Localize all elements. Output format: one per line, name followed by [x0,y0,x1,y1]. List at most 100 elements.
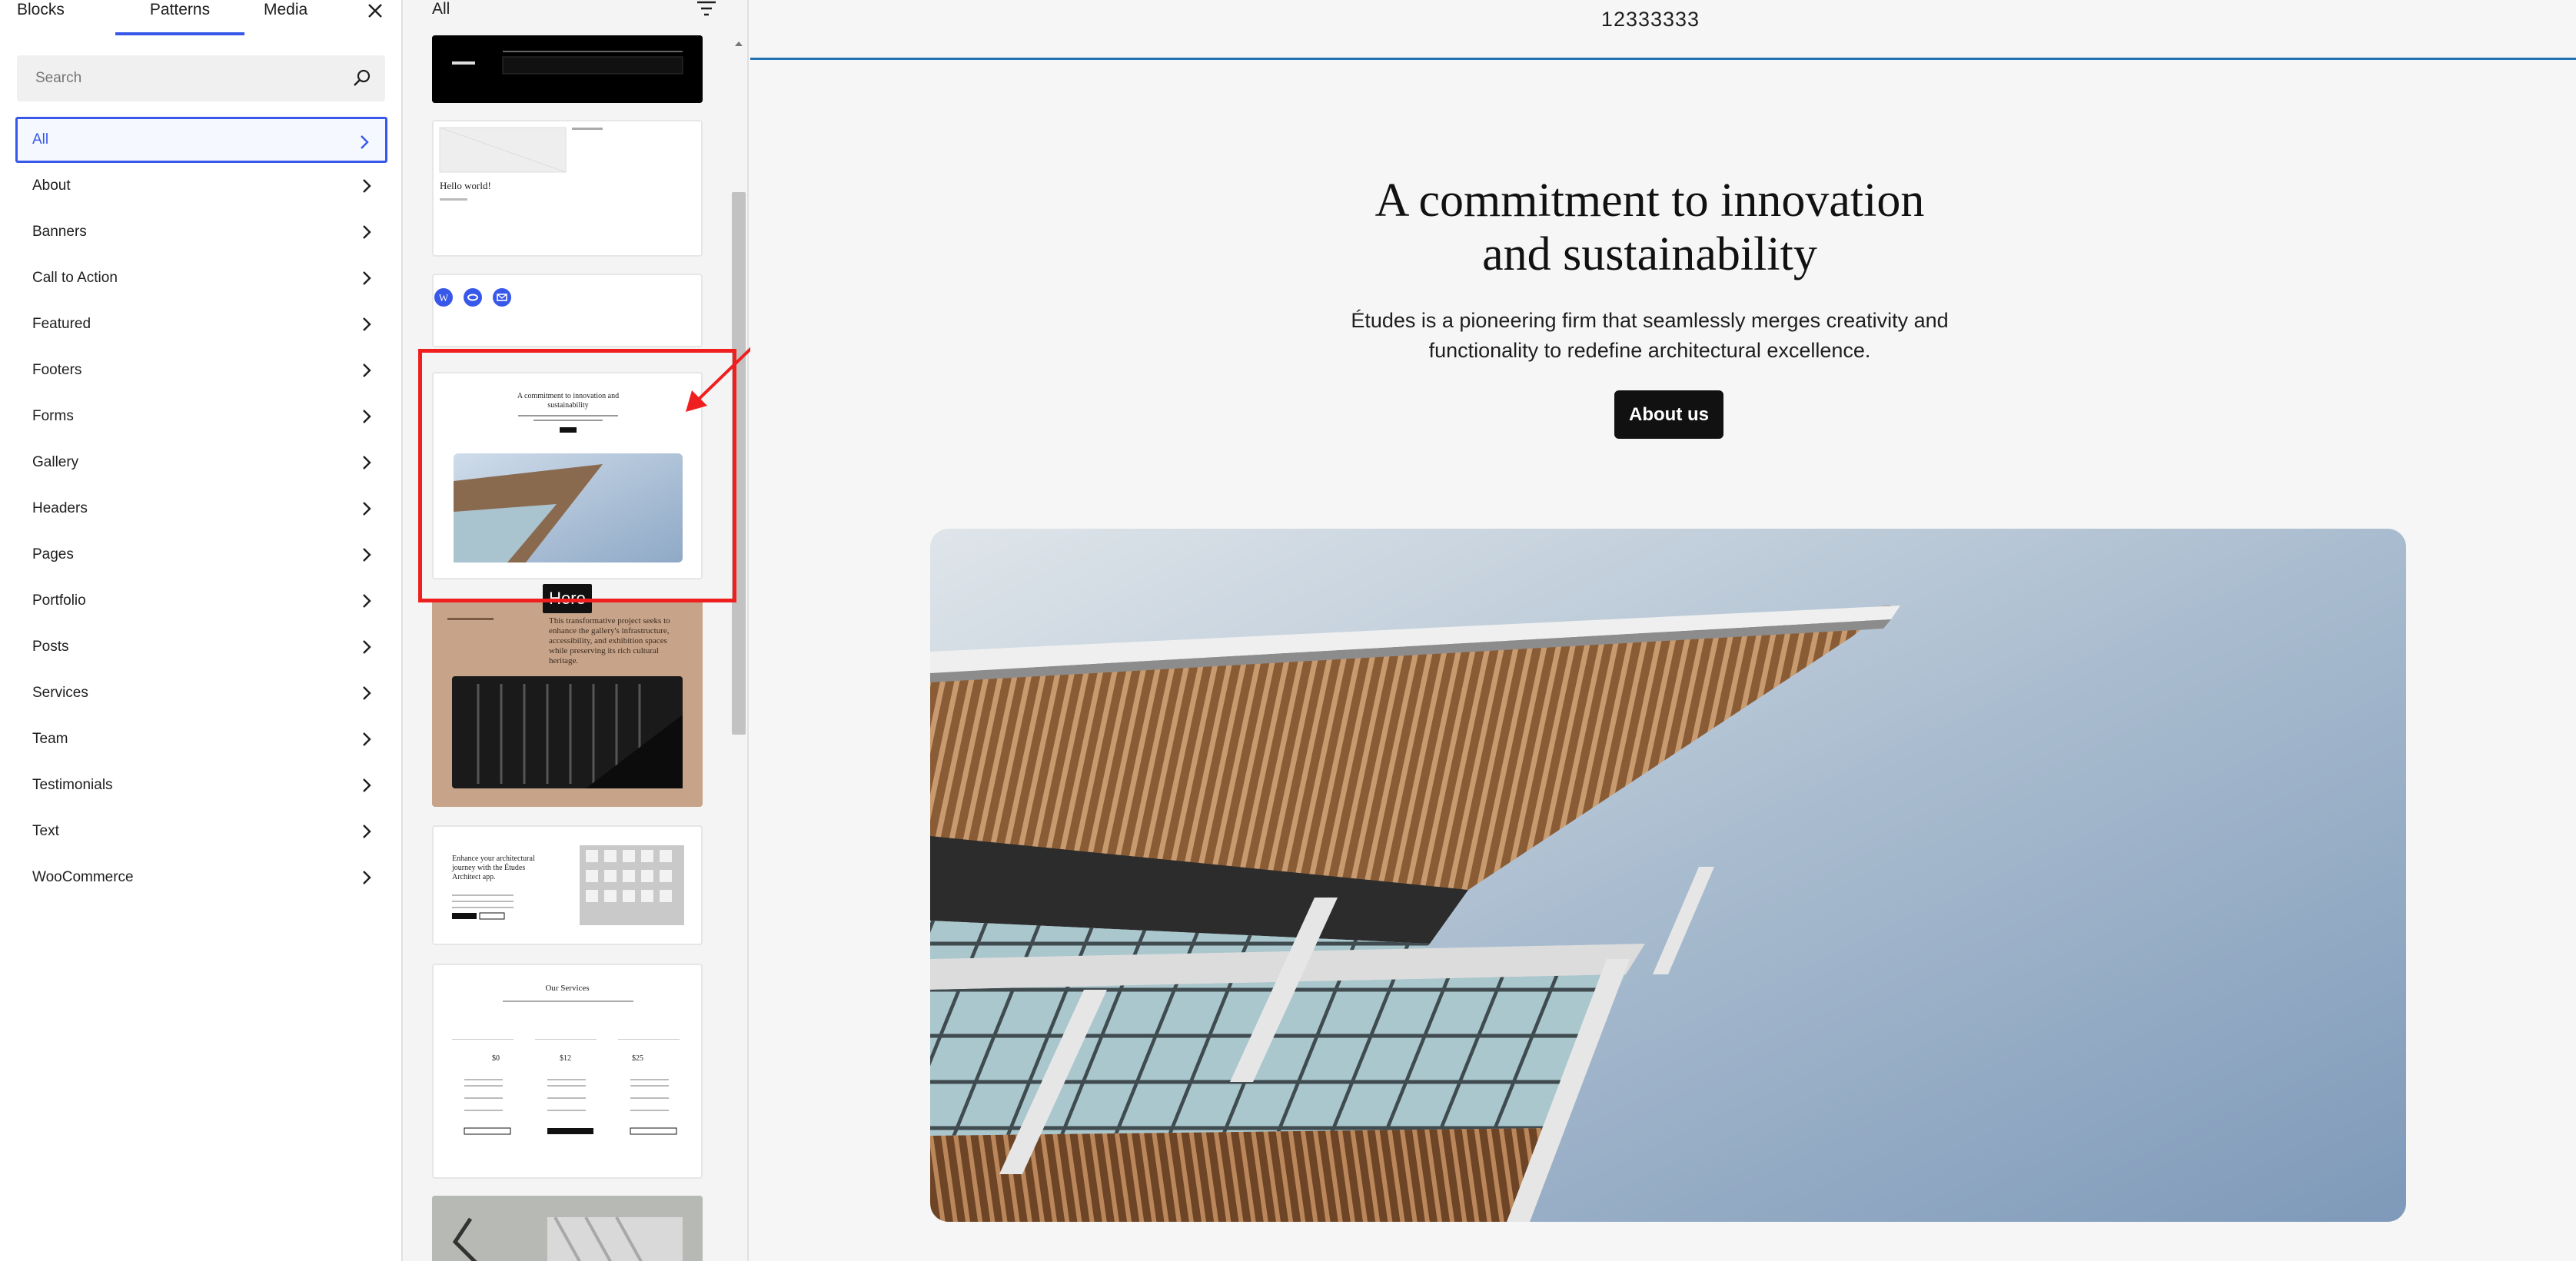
category-label: Portfolio [32,592,86,609]
pattern-card[interactable]: This transformative project seeks to enh… [432,599,703,807]
category-label: Call to Action [32,270,118,286]
scroll-up-arrow-icon[interactable] [733,38,744,49]
chevron-right-icon [363,179,371,193]
category-footers[interactable]: Footers [15,347,387,393]
category-label: Text [32,823,59,839]
category-label: About [32,178,71,194]
chevron-right-icon [363,410,371,423]
pattern-thumbnail [447,618,683,788]
scrollbar-thumb[interactable] [732,192,746,735]
chevron-right-icon [363,871,371,884]
chevron-right-icon [363,640,371,654]
mail-icon [493,288,511,307]
close-inserter-button[interactable] [361,0,389,25]
category-label: Gallery [32,454,79,470]
category-label: Pages [32,546,74,562]
category-label: Forms [32,408,74,424]
category-headers[interactable]: Headers [15,486,387,532]
site-title[interactable]: 12333333 [750,8,2551,32]
block-inserter-panel: Blocks Patterns Media All About Banners [0,0,403,1261]
category-services[interactable]: Services [15,670,387,716]
pattern-thumbnail [452,845,684,925]
category-text[interactable]: Text [15,808,387,854]
category-forms[interactable]: Forms [15,393,387,440]
pattern-card-hero[interactable]: A commitment to innovation and sustainab… [432,372,703,579]
pattern-thumbnail [432,35,703,103]
pattern-card[interactable] [432,1196,703,1261]
pattern-category-heading: All [432,0,450,18]
header-separator [750,58,2576,60]
category-label: Services [32,685,88,701]
chevron-right-icon [363,502,371,516]
category-label: Featured [32,316,91,332]
chevron-right-icon [363,778,371,792]
category-label: All [32,131,49,148]
chevron-right-icon [363,225,371,239]
link-icon [464,288,482,307]
hero-paragraph[interactable]: Études is a pioneering firm that seamles… [1212,306,2088,366]
chevron-right-icon [363,594,371,608]
hero-paragraph-line: Études is a pioneering firm that seamles… [1351,309,1949,332]
category-all[interactable]: All [15,117,387,163]
pattern-thumbnail [452,1001,680,1135]
pattern-card[interactable]: Our Services $0 $12 $25 [432,964,703,1179]
inserter-tabs: Blocks Patterns Media [0,0,401,37]
category-label: Testimonials [32,777,113,793]
close-icon [368,4,382,18]
hero-image[interactable] [930,529,2406,1222]
about-us-button[interactable]: About us [1614,390,1723,439]
category-testimonials[interactable]: Testimonials [15,762,387,808]
tab-blocks[interactable]: Blocks [17,0,65,35]
category-portfolio[interactable]: Portfolio [15,578,387,624]
pattern-thumbnail [454,415,683,562]
category-label: Headers [32,500,88,516]
pattern-thumbnail [432,1196,703,1261]
chevron-right-icon [361,135,369,149]
category-featured[interactable]: Featured [15,301,387,347]
hero-paragraph-line: functionality to redefine architectural … [1428,339,1871,362]
chevron-right-icon [363,686,371,700]
category-about[interactable]: About [15,163,387,209]
category-woocommerce[interactable]: WooCommerce [15,854,387,901]
pattern-card[interactable]: W [432,274,703,347]
wordpress-icon: W [434,288,453,307]
hero-heading-line: A commitment to innovation [1374,174,1925,227]
chevron-right-icon [363,363,371,377]
pattern-card[interactable]: Enhance your architectural journey with … [432,825,703,945]
chevron-right-icon [363,271,371,285]
tab-media[interactable]: Media [264,0,307,35]
chevron-right-icon [363,456,371,470]
building-photo [930,529,2406,1222]
pattern-search [17,55,385,101]
hero-heading-line: and sustainability [1482,228,1817,280]
category-call-to-action[interactable]: Call to Action [15,255,387,301]
pattern-category-list: All About Banners Call to Action Feature… [15,117,387,901]
chevron-right-icon [363,825,371,838]
category-pages[interactable]: Pages [15,532,387,578]
hero-heading[interactable]: A commitment to innovation and sustainab… [1119,174,2180,281]
search-icon[interactable] [351,68,373,89]
category-posts[interactable]: Posts [15,624,387,670]
category-label: Posts [32,639,69,655]
category-banners[interactable]: Banners [15,209,387,255]
category-label: Team [32,731,68,747]
pattern-card-title: Hello world! [440,180,491,191]
svg-text:W: W [439,292,449,304]
search-input[interactable] [17,55,340,101]
chevron-right-icon [363,548,371,562]
pattern-preview-column: All Hello world! W A commitment to innov… [404,0,749,1261]
category-label: Banners [32,224,87,240]
category-team[interactable]: Team [15,716,387,762]
chevron-right-icon [363,732,371,746]
tab-patterns[interactable]: Patterns [115,0,244,35]
pattern-meta-line [440,198,467,201]
chevron-right-icon [363,317,371,331]
pattern-card[interactable] [432,35,703,103]
pattern-card[interactable]: Hello world! [432,120,703,257]
category-label: Footers [32,362,82,378]
category-label: WooCommerce [32,869,134,885]
editor-canvas: 12333333 A commitment to innovation and … [750,0,2576,1261]
filter-icon[interactable] [695,0,718,18]
annotation-here-label: Here [543,584,592,613]
category-gallery[interactable]: Gallery [15,440,387,486]
